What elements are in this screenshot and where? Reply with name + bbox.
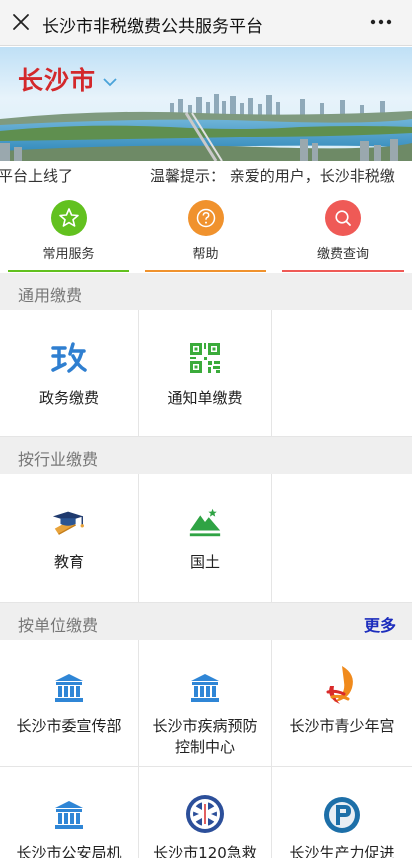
chevron-down-icon[interactable]	[102, 77, 118, 87]
general-grid: 政务缴费 通知单缴费	[0, 310, 412, 437]
grid-item-government[interactable]: 政务缴费	[0, 310, 139, 437]
bank-icon	[187, 670, 223, 706]
section-industry: 按行业缴费	[0, 437, 412, 474]
graduation-icon	[51, 504, 87, 540]
quick-menu: 常用服务 帮助 缴费查询	[0, 189, 412, 272]
city-selector[interactable]: 长沙市	[18, 61, 118, 97]
quick-item-label: 帮助	[192, 247, 219, 262]
section-title: 按单位缴费	[18, 616, 99, 635]
emergency-logo	[184, 793, 226, 835]
city-name[interactable]: 长沙市	[18, 61, 96, 97]
government-icon	[51, 340, 87, 376]
more-icon[interactable]	[368, 9, 394, 35]
qrcode-icon	[187, 340, 223, 376]
grid-item-label-line-2: 控制中心	[174, 738, 235, 756]
grid-item-notice-payment[interactable]: 通知单缴费	[139, 310, 272, 437]
grid-item-label: 通知单缴费	[167, 389, 243, 407]
section-general: 通用缴费	[0, 273, 412, 310]
unit-grid: 长沙市委宣传部 长沙市疾病预防 控制中心 长沙市青少年宫 长沙市公安局机 长沙市…	[0, 640, 412, 858]
quick-item-underline	[145, 270, 266, 272]
grid-item-empty	[272, 474, 412, 603]
mountain-icon	[187, 504, 223, 540]
question-icon	[187, 200, 224, 236]
title-bar: 长沙市非税缴费公共服务平台	[0, 0, 412, 46]
productivity-logo	[322, 795, 362, 835]
grid-item-label: 长沙市120急救	[153, 844, 257, 858]
section-title: 通用缴费	[18, 286, 83, 305]
grid-item-youth-palace[interactable]: 长沙市青少年宫	[272, 640, 412, 767]
quick-item-label: 常用服务	[42, 247, 95, 262]
quick-item-label: 缴费查询	[316, 247, 369, 262]
grid-item-label: 长沙市青少年宫	[289, 717, 395, 735]
grid-item-land[interactable]: 国土	[139, 474, 272, 603]
grid-item-label: 国土	[189, 553, 220, 571]
close-icon[interactable]	[8, 9, 34, 35]
grid-item-productivity[interactable]: 长沙生产力促进	[272, 767, 412, 858]
more-link[interactable]: 更多	[364, 612, 396, 636]
search-icon	[325, 200, 361, 236]
bank-icon	[51, 797, 87, 833]
youth-palace-logo	[322, 664, 362, 706]
quick-item-help[interactable]: 帮助	[137, 189, 274, 272]
quick-item-underline	[8, 270, 129, 272]
grid-item-label: 长沙生产力促进	[289, 844, 395, 858]
grid-item-education[interactable]: 教育	[0, 474, 139, 603]
grid-item-label: 教育	[53, 553, 84, 571]
grid-item-propaganda-dept[interactable]: 长沙市委宣传部	[0, 640, 139, 767]
quick-item-payment-query[interactable]: 缴费查询	[274, 189, 412, 272]
notice-ticker[interactable]: 平台上线了 温馨提示： 亲爱的用户，长沙非税缴	[0, 161, 412, 189]
city-banner: 长沙市	[0, 47, 412, 161]
grid-item-empty	[272, 310, 412, 437]
page-title: 长沙市非税缴费公共服务平台	[42, 17, 263, 37]
grid-item-public-security[interactable]: 长沙市公安局机	[0, 767, 139, 858]
bank-icon	[51, 670, 87, 706]
notice-text-1: 平台上线了	[0, 167, 74, 185]
grid-item-label: 政务缴费	[38, 389, 99, 407]
grid-item-label-line-1: 长沙市疾病预防	[152, 717, 258, 735]
notice-text-2: 温馨提示： 亲爱的用户，长沙非税缴	[150, 167, 395, 185]
grid-item-emergency-120[interactable]: 长沙市120急救	[139, 767, 272, 858]
section-unit: 按单位缴费 更多	[0, 603, 412, 640]
star-icon	[50, 200, 87, 236]
section-title: 按行业缴费	[18, 450, 99, 469]
quick-item-underline	[282, 270, 404, 272]
grid-item-cdc[interactable]: 长沙市疾病预防 控制中心	[139, 640, 272, 767]
grid-item-label: 长沙市公安局机	[16, 844, 122, 858]
grid-item-label: 长沙市委宣传部	[16, 717, 122, 735]
quick-item-common-services[interactable]: 常用服务	[0, 189, 137, 272]
industry-grid: 教育 国土	[0, 474, 412, 603]
